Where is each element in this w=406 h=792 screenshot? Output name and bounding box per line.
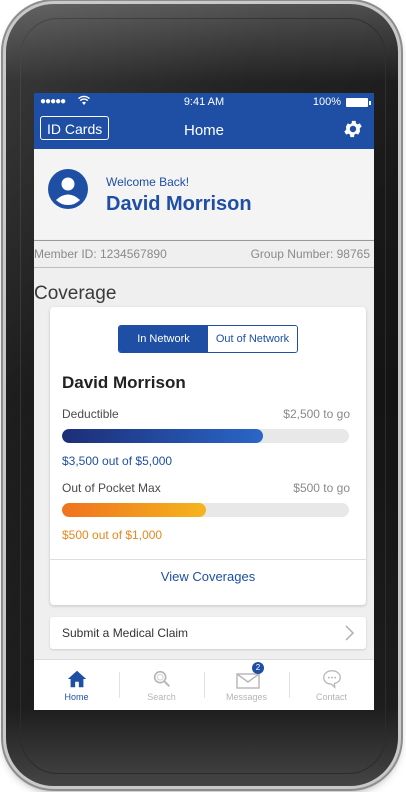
gear-icon[interactable]	[342, 118, 364, 140]
tab-label: Home	[64, 692, 89, 702]
tab-contact[interactable]: Contact	[289, 660, 374, 710]
chevron-right-icon	[342, 624, 356, 642]
tab-messages[interactable]: 2 Messages	[204, 660, 289, 710]
deductible-remaining: $2,500 to go	[283, 407, 350, 421]
view-coverages-link[interactable]: View Coverages	[50, 569, 366, 584]
avatar-icon	[48, 169, 88, 209]
tab-out-of-network[interactable]: Out of Network	[208, 326, 297, 352]
out-of-pocket-amount: $500 out of $1,000	[62, 528, 163, 542]
deductible-progress-track	[62, 429, 349, 443]
coverage-section-title: Coverage	[34, 283, 117, 304]
tab-bar: Home Search 2 Messages Contact	[34, 659, 374, 710]
member-id: Member ID: 1234567890	[34, 247, 167, 261]
submit-claim-row[interactable]: Submit a Medical Claim	[50, 617, 366, 649]
divider	[34, 267, 374, 268]
welcome-panel: Welcome Back! David Morrison	[34, 149, 374, 239]
tab-label: Messages	[225, 692, 268, 702]
coverage-member-name: David Morrison	[62, 373, 186, 392]
out-of-pocket-progress-track	[62, 503, 349, 517]
tab-label: Contact	[315, 692, 348, 702]
page-title: Home	[183, 122, 224, 139]
out-of-pocket-remaining: $500 to go	[293, 481, 350, 495]
search-icon	[151, 668, 173, 690]
unread-badge: 2	[252, 662, 264, 674]
deductible-label: Deductible	[62, 407, 119, 421]
app-screen: ●●●●● 9:41 AM 100% ID Cards Home Welcome…	[34, 93, 374, 710]
tab-home[interactable]: Home	[34, 660, 119, 710]
status-bar: ●●●●● 9:41 AM 100%	[34, 93, 374, 111]
divider	[50, 559, 366, 560]
home-icon	[66, 668, 88, 690]
out-of-pocket-progress-fill	[62, 503, 206, 517]
tab-search[interactable]: Search	[119, 660, 204, 710]
battery-icon	[346, 98, 371, 107]
tab-in-network[interactable]: In Network	[119, 326, 208, 352]
out-of-pocket-label: Out of Pocket Max	[62, 481, 161, 495]
deductible-amount: $3,500 out of $5,000	[62, 454, 173, 468]
divider	[34, 240, 374, 241]
group-number: Group Number: 98765	[250, 247, 370, 261]
submit-claim-label: Submit a Medical Claim	[62, 626, 189, 640]
member-name: David Morrison	[106, 193, 252, 215]
welcome-greeting: Welcome Back!	[106, 175, 190, 189]
chat-bubble-icon	[321, 668, 343, 690]
coverage-card: In Network Out of Network David Morrison…	[50, 307, 366, 605]
network-toggle: In Network Out of Network	[118, 325, 298, 353]
nav-bar: ID Cards Home	[34, 111, 374, 149]
deductible-progress-fill	[62, 429, 263, 443]
tab-label: Search	[147, 692, 176, 702]
battery-percent: 100%	[312, 96, 341, 108]
